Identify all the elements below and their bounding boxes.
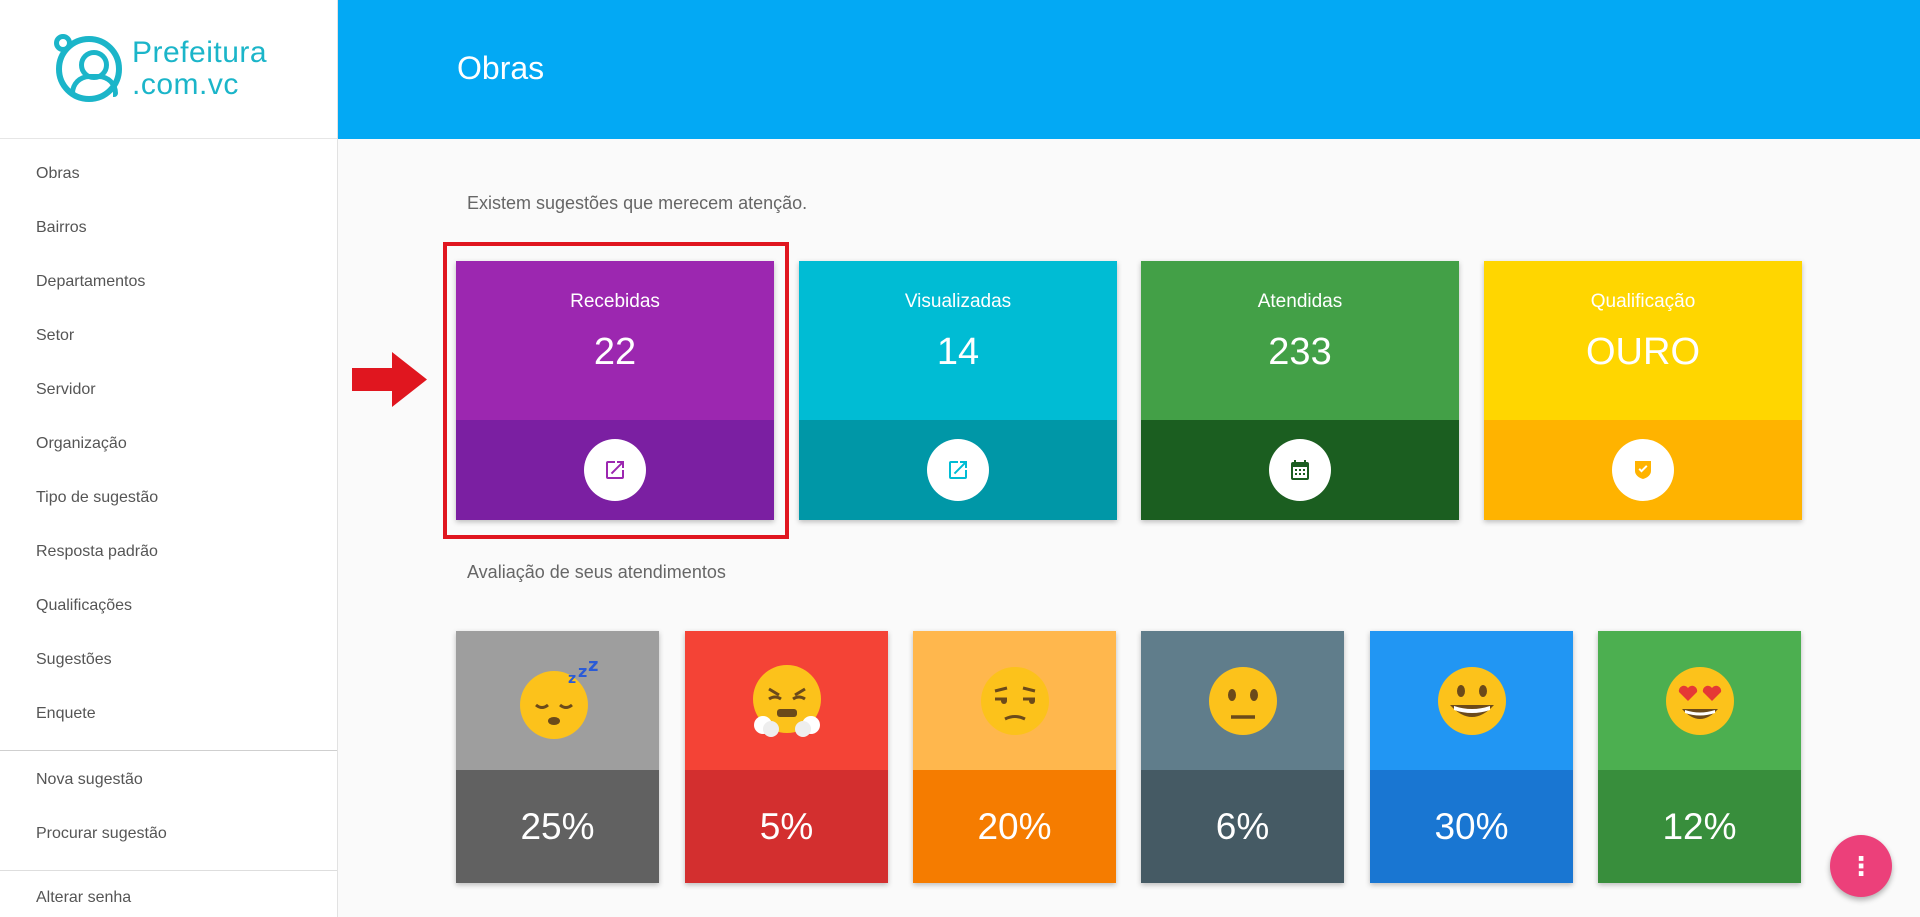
stat-value: 22 — [593, 331, 637, 373]
unamused-face-icon — [980, 666, 1049, 735]
stat-card-bottom — [1484, 420, 1802, 520]
sidebar-item-procurar-sugestao[interactable]: Procurar sugestão — [0, 807, 337, 861]
eval-card-sleepy: z z z 25% — [456, 631, 659, 883]
eval-percent: 12% — [1598, 770, 1801, 883]
eval-card-top: z z z — [456, 631, 659, 770]
stat-value: 14 — [936, 331, 980, 373]
stat-label: Atendidas — [1257, 291, 1343, 312]
eval-card-neutral: 6% — [1141, 631, 1344, 883]
heart-eyes-face-icon — [1665, 666, 1734, 735]
stat-card-bottom — [799, 420, 1117, 520]
sidebar-item-setor[interactable]: Setor — [0, 309, 337, 363]
stat-card-top: Recebidas 22 — [456, 261, 774, 420]
stat-card-qualificacao[interactable]: Qualificação OURO — [1484, 261, 1802, 520]
open-in-new-button[interactable] — [584, 439, 646, 501]
stat-label: Recebidas — [570, 291, 660, 312]
stat-card-recebidas[interactable]: Recebidas 22 — [456, 261, 774, 520]
eval-card-top — [913, 631, 1116, 770]
stat-card-top: Qualificação OURO — [1484, 261, 1802, 420]
eval-card-top — [1141, 631, 1344, 770]
verified-shield-icon — [1635, 461, 1651, 479]
verified-button[interactable] — [1612, 439, 1674, 501]
svg-text:z: z — [588, 661, 598, 676]
stat-card-bottom — [1141, 420, 1459, 520]
stat-card-bottom — [456, 420, 774, 520]
open-in-new-icon — [606, 461, 624, 479]
sidebar-item-nova-sugestao[interactable]: Nova sugestão — [0, 753, 337, 807]
calendar-button[interactable] — [1269, 439, 1331, 501]
neutral-face-icon — [1208, 666, 1277, 735]
stat-card-atendidas[interactable]: Atendidas 233 — [1141, 261, 1459, 520]
sidebar-item-sugestoes[interactable]: Sugestões — [0, 633, 337, 687]
eval-percent: 6% — [1141, 770, 1344, 883]
attention-text: Existem sugestões que merecem atenção. — [467, 193, 808, 213]
calendar-icon — [1291, 460, 1309, 480]
stat-card-top: Atendidas 233 — [1141, 261, 1459, 420]
logo-text: Prefeitura .com.vc — [132, 37, 267, 101]
page-title: Obras — [457, 50, 545, 86]
eval-percent: 30% — [1370, 770, 1573, 883]
logo-icon — [54, 34, 122, 102]
sidebar-item-servidor[interactable]: Servidor — [0, 363, 337, 417]
open-in-new-button[interactable] — [927, 439, 989, 501]
sidebar-item-alterar-senha[interactable]: Alterar senha — [0, 871, 337, 917]
logo-line2: .com.vc — [132, 68, 239, 101]
sidebar: Prefeitura .com.vc Obras Bairros Departa… — [0, 0, 338, 917]
header-bar: Obras — [338, 0, 1920, 139]
logo-line1: Prefeitura — [132, 36, 268, 69]
sidebar-item-tipo-sugestao[interactable]: Tipo de sugestão — [0, 471, 337, 525]
logo[interactable]: Prefeitura .com.vc — [0, 0, 337, 139]
sidebar-item-departamentos[interactable]: Departamentos — [0, 255, 337, 309]
sidebar-item-qualificacoes[interactable]: Qualificações — [0, 579, 337, 633]
more-options-fab[interactable]: ⋮ — [1830, 835, 1892, 897]
stat-card-visualizadas[interactable]: Visualizadas 14 — [799, 261, 1117, 520]
eval-card-top — [1370, 631, 1573, 770]
stat-value: 233 — [1268, 331, 1332, 373]
svg-text:z: z — [568, 671, 576, 687]
red-arrow-icon — [352, 352, 427, 407]
eval-card-angry: 5% — [685, 631, 888, 883]
stat-label: Qualificação — [1590, 291, 1696, 312]
eval-percent: 25% — [456, 770, 659, 883]
eval-card-top — [685, 631, 888, 770]
sidebar-item-organizacao[interactable]: Organização — [0, 417, 337, 471]
grinning-face-icon — [1437, 666, 1506, 735]
sidebar-item-resposta-padrao[interactable]: Resposta padrão — [0, 525, 337, 579]
sidebar-item-obras[interactable]: Obras — [0, 147, 337, 201]
open-in-new-icon — [949, 461, 967, 479]
eval-card-heart-eyes: 12% — [1598, 631, 1801, 883]
eval-card-top — [1598, 631, 1801, 770]
angry-steam-face-icon — [752, 664, 821, 737]
svg-text:z: z — [578, 662, 587, 681]
eval-card-unamused: 20% — [913, 631, 1116, 883]
eval-percent: 5% — [685, 770, 888, 883]
evaluation-text: Avaliação de seus atendimentos — [467, 562, 726, 582]
stat-label: Visualizadas — [904, 291, 1012, 312]
stat-value: OURO — [1586, 331, 1700, 373]
more-vert-icon: ⋮ — [1848, 850, 1874, 881]
sidebar-nav: Obras Bairros Departamentos Setor Servid… — [0, 139, 337, 917]
stat-card-top: Visualizadas 14 — [799, 261, 1117, 420]
eval-card-grinning: 30% — [1370, 631, 1573, 883]
sidebar-item-enquete[interactable]: Enquete — [0, 687, 337, 741]
sleepy-face-icon: z z z — [519, 661, 598, 739]
sidebar-item-bairros[interactable]: Bairros — [0, 201, 337, 255]
eval-percent: 20% — [913, 770, 1116, 883]
